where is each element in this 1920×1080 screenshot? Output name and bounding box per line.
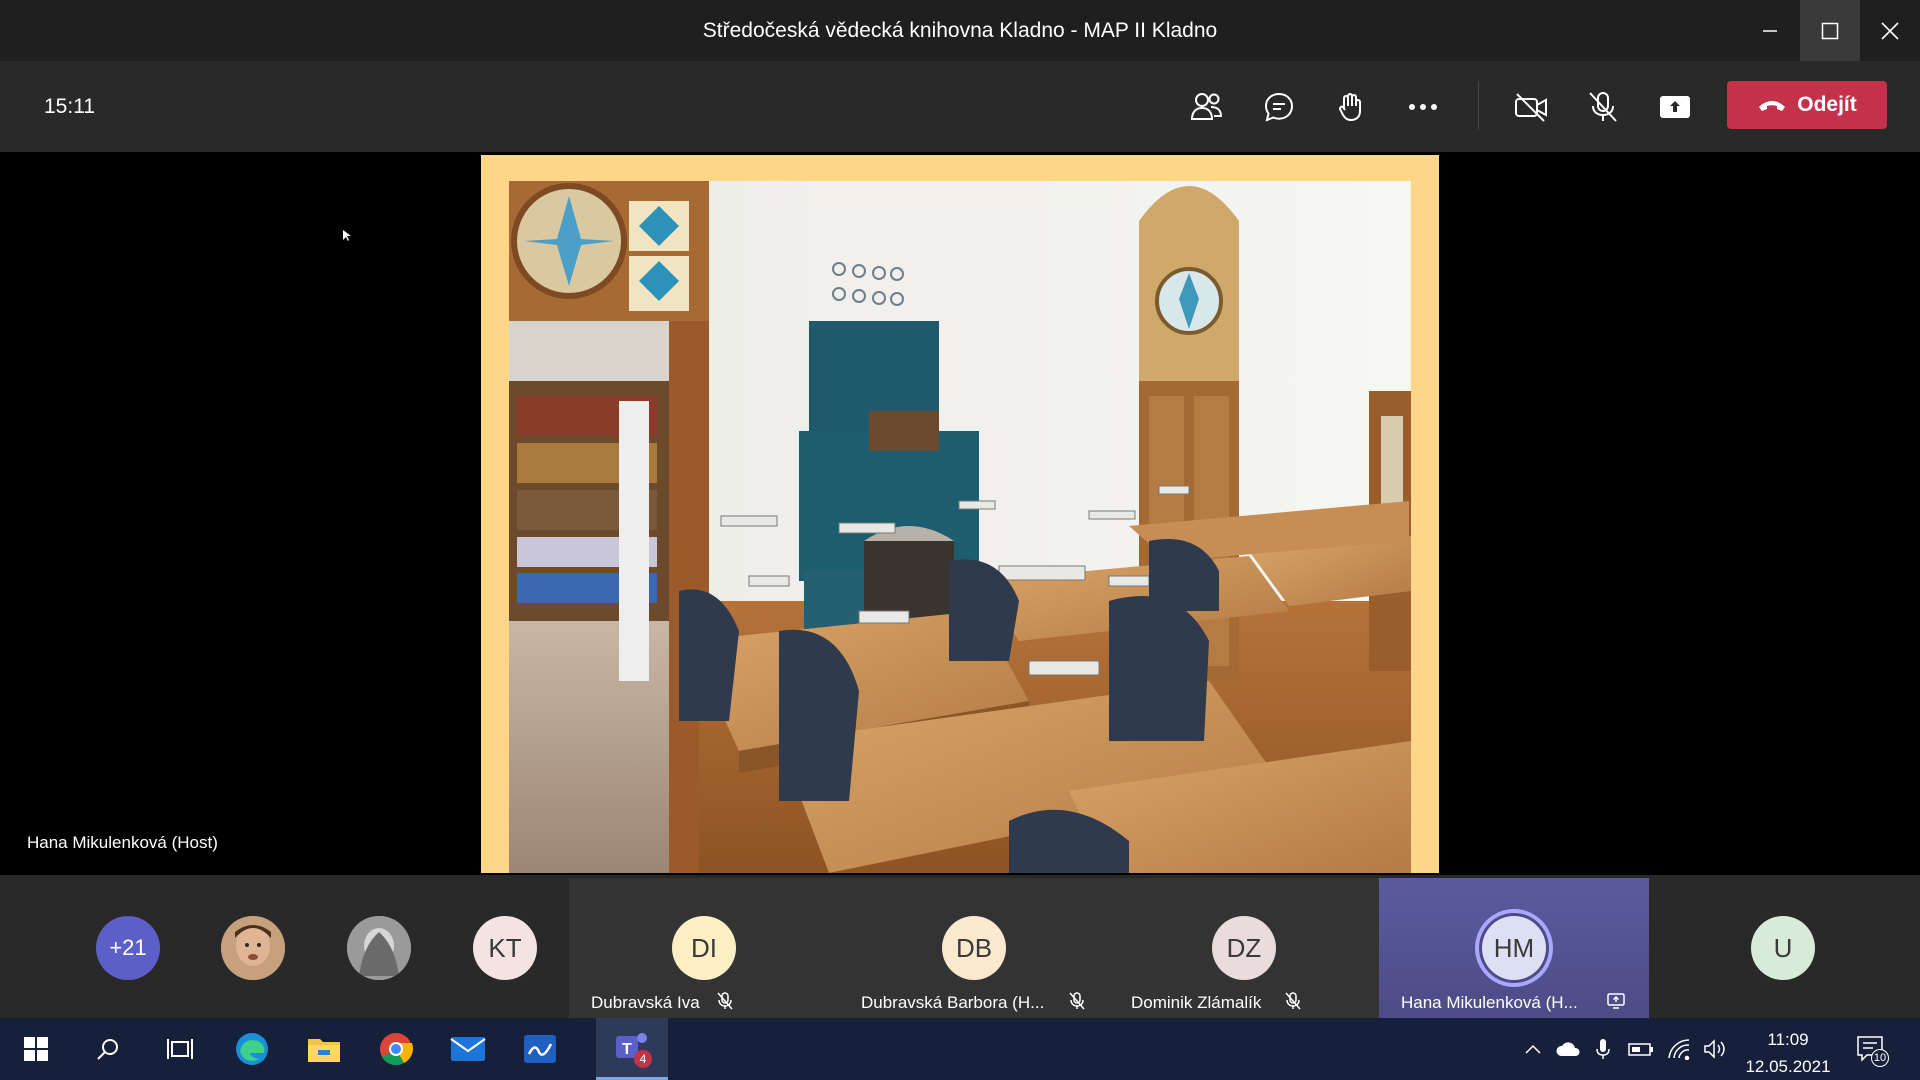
network-tray[interactable] bbox=[1666, 1037, 1692, 1061]
leave-label: Odejít bbox=[1797, 93, 1857, 116]
cloud-icon bbox=[1556, 1042, 1580, 1056]
cursor-icon bbox=[343, 230, 351, 241]
close-window-button[interactable] bbox=[1860, 0, 1920, 61]
wifi-icon bbox=[1668, 1039, 1690, 1060]
shared-slide bbox=[481, 155, 1439, 873]
onedrive-tray[interactable] bbox=[1555, 1037, 1581, 1061]
people-icon bbox=[1190, 93, 1223, 120]
chat-icon bbox=[1264, 92, 1294, 122]
maximize-button[interactable] bbox=[1800, 0, 1860, 61]
show-participants-button[interactable] bbox=[1183, 83, 1231, 131]
participant-name: Dubravská Barbora (H... bbox=[861, 993, 1045, 1012]
folder-icon bbox=[308, 1039, 340, 1062]
more-participants-button[interactable]: +21 bbox=[96, 916, 160, 980]
action-center-button[interactable]: 10 bbox=[1855, 1032, 1889, 1067]
camera-off-icon bbox=[1515, 93, 1547, 122]
toolbar-divider bbox=[1478, 81, 1479, 129]
whiteboard-app[interactable] bbox=[504, 1018, 576, 1080]
file-explorer-app[interactable] bbox=[288, 1018, 360, 1080]
chrome-app[interactable] bbox=[360, 1018, 432, 1080]
share-screen-icon bbox=[1660, 96, 1690, 118]
close-icon bbox=[1881, 21, 1899, 40]
participant-name: Dubravská Iva bbox=[591, 993, 700, 1012]
task-view-button[interactable] bbox=[144, 1018, 216, 1080]
mail-icon bbox=[450, 1037, 486, 1061]
participant-tile[interactable]: DB Dubravská Barbora (H... bbox=[839, 878, 1109, 1018]
presenter-name-label: Hana Mikulenková (Host) bbox=[27, 833, 218, 852]
search-button[interactable] bbox=[72, 1018, 144, 1080]
person-photo-icon bbox=[221, 916, 285, 980]
mail-app[interactable] bbox=[432, 1018, 504, 1080]
show-hidden-icons-button[interactable] bbox=[1520, 1037, 1546, 1061]
mic-muted-icon bbox=[1069, 992, 1085, 1010]
reactions-button[interactable] bbox=[1327, 83, 1375, 131]
participant-tile[interactable]: DZ Dominik Zlámalík bbox=[1109, 878, 1379, 1018]
share-screen-button[interactable] bbox=[1651, 83, 1699, 131]
reading-room-image bbox=[509, 181, 1411, 873]
participant-avatar: DB bbox=[942, 916, 1006, 980]
clock-date: 12.05.2021 bbox=[1745, 1057, 1831, 1076]
windows-logo-icon bbox=[24, 1037, 48, 1061]
battery-tray[interactable] bbox=[1628, 1037, 1654, 1061]
clock-time: 11:09 bbox=[1767, 1030, 1809, 1049]
minimize-icon bbox=[1763, 29, 1777, 32]
mic-muted-icon bbox=[1285, 992, 1301, 1010]
chevron-up-icon bbox=[1525, 1044, 1541, 1054]
participant-avatar-u[interactable]: U bbox=[1751, 916, 1815, 980]
teams-app[interactable]: T 4 bbox=[596, 1018, 668, 1080]
search-icon bbox=[97, 1039, 118, 1060]
participant-tile-presenter[interactable]: HM Hana Mikulenková (H... bbox=[1379, 878, 1649, 1018]
participant-avatar-photo-1[interactable] bbox=[221, 916, 285, 980]
minimize-button[interactable] bbox=[1740, 0, 1800, 61]
camera-toggle-button[interactable] bbox=[1507, 83, 1555, 131]
more-actions-button[interactable] bbox=[1399, 83, 1447, 131]
shared-content-stage: Hana Mikulenková (Host) bbox=[6, 155, 1914, 873]
microphone-icon bbox=[1596, 1039, 1610, 1059]
windows-taskbar: T 4 11:09 12.05.2021 10 bbox=[0, 1018, 1920, 1080]
edge-app[interactable] bbox=[216, 1018, 288, 1080]
teams-badge: 4 bbox=[634, 1050, 652, 1068]
chrome-icon bbox=[380, 1033, 414, 1066]
person-photo-icon bbox=[347, 916, 411, 980]
volume-tray[interactable] bbox=[1702, 1037, 1728, 1061]
start-button[interactable] bbox=[0, 1018, 72, 1080]
mic-off-icon bbox=[1589, 92, 1617, 122]
task-view-icon bbox=[167, 1039, 193, 1059]
show-chat-button[interactable] bbox=[1255, 83, 1303, 131]
mouse-cursor bbox=[343, 229, 351, 247]
participant-strip: +21 KT DI Dubravská Iva DB Dubravská Bar… bbox=[0, 875, 1920, 1018]
more-icon bbox=[1409, 104, 1437, 110]
taskbar-clock[interactable]: 11:09 12.05.2021 bbox=[1740, 1026, 1836, 1080]
edge-icon bbox=[236, 1033, 268, 1065]
maximize-icon bbox=[1821, 22, 1839, 39]
leave-meeting-button[interactable]: Odejít bbox=[1727, 81, 1887, 129]
mic-muted-icon bbox=[717, 992, 733, 1010]
participant-avatar: HM bbox=[1482, 916, 1546, 980]
microphone-tray[interactable] bbox=[1590, 1037, 1616, 1061]
participant-avatar: DI bbox=[672, 916, 736, 980]
participant-avatar-kt[interactable]: KT bbox=[473, 916, 537, 980]
battery-icon bbox=[1628, 1043, 1653, 1056]
mic-toggle-button[interactable] bbox=[1579, 83, 1627, 131]
participant-name: Dominik Zlámalík bbox=[1131, 993, 1262, 1012]
title-bar: Středočeská vědecká knihovna Kladno - MA… bbox=[0, 0, 1920, 61]
participant-avatar: DZ bbox=[1212, 916, 1276, 980]
participant-avatar-photo-2[interactable] bbox=[347, 916, 411, 980]
window-title: Středočeská vědecká knihovna Kladno - MA… bbox=[702, 19, 1218, 42]
meeting-timer: 15:11 bbox=[44, 95, 95, 118]
svg-text:T: T bbox=[622, 1041, 632, 1058]
library-reading-room-photo bbox=[509, 181, 1411, 873]
participant-tile[interactable]: DI Dubravská Iva bbox=[569, 878, 839, 1018]
raise-hand-icon bbox=[1339, 93, 1361, 122]
participant-name: Hana Mikulenková (H... bbox=[1401, 993, 1578, 1012]
notification-count: 10 bbox=[1871, 1049, 1889, 1067]
phone-hangup-icon bbox=[1759, 101, 1786, 111]
speaker-icon bbox=[1704, 1039, 1725, 1059]
whiteboard-icon bbox=[524, 1035, 556, 1063]
screen-sharing-icon bbox=[1607, 993, 1625, 1009]
meeting-toolbar: 15:11 Odejít bbox=[0, 61, 1920, 152]
